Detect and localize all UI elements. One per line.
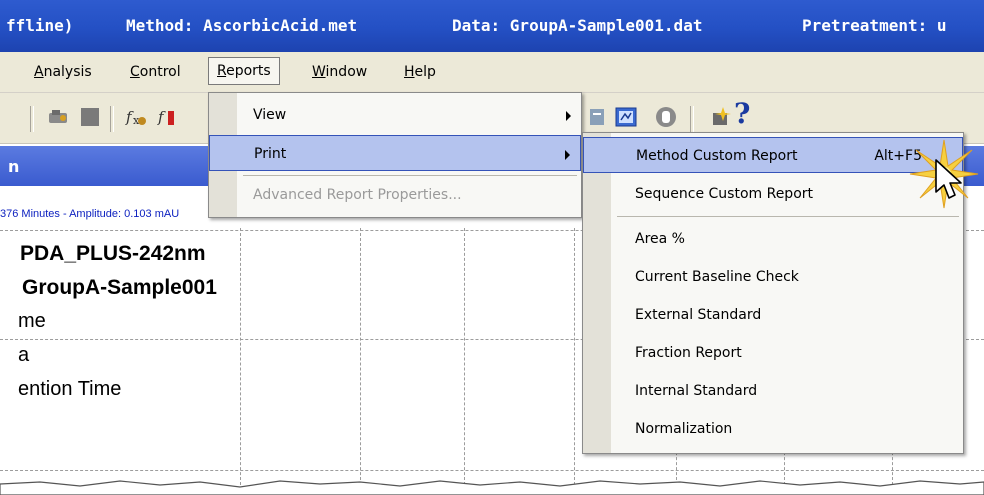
menu-item-area-percent[interactable]: Area % — [583, 221, 963, 257]
svg-text:f: f — [157, 108, 166, 126]
hand-icon[interactable] — [654, 105, 678, 129]
stop-icon[interactable] — [78, 105, 102, 129]
menu-bar: Analysis Control Reports Window Help — [0, 52, 984, 93]
reports-menu: View Print Advanced Report Properties... — [208, 92, 582, 218]
menu-item-advanced-report-properties[interactable]: Advanced Report Properties... — [209, 177, 581, 213]
toolbar-separator — [690, 106, 694, 132]
grid-line — [574, 228, 575, 495]
menu-item-internal-standard[interactable]: Internal Standard — [583, 373, 963, 409]
submenu-arrow-icon — [565, 150, 570, 160]
chart-detector-label: PDA_PLUS-242nm — [20, 242, 206, 265]
toolbar-separator — [30, 106, 34, 132]
title-method: Method: AscorbicAcid.met — [126, 16, 358, 35]
menu-item-view[interactable]: View — [209, 97, 581, 133]
fx-red-icon[interactable]: f — [156, 105, 180, 129]
menu-item-normalization[interactable]: Normalization — [583, 411, 963, 447]
menu-item-print[interactable]: Print — [209, 135, 581, 171]
menu-separator — [243, 175, 577, 176]
title-app-fragment: ffline) — [6, 16, 74, 35]
sparkle-icon[interactable] — [708, 105, 732, 129]
grid-line — [240, 228, 241, 495]
menu-control[interactable]: Control — [124, 61, 187, 83]
submenu-arrow-icon — [566, 111, 571, 121]
title-data: Data: GroupA-Sample001.dat — [452, 16, 703, 35]
menu-item-current-baseline-check[interactable]: Current Baseline Check — [583, 259, 963, 295]
menu-reports[interactable]: Reports — [208, 57, 280, 85]
panel-header-label: n — [8, 157, 20, 176]
grid-line — [360, 228, 361, 495]
menu-item-fraction-report[interactable]: Fraction Report — [583, 335, 963, 371]
toolbar-separator — [110, 106, 114, 132]
chart-legend-line: me — [18, 310, 46, 332]
chart-legend-line: ention Time — [18, 378, 122, 400]
zoom-icon[interactable] — [614, 105, 638, 129]
menu-separator — [617, 216, 959, 217]
status-readout: 376 Minutes - Amplitude: 0.103 mAU — [0, 208, 180, 220]
menu-item-external-standard[interactable]: External Standard — [583, 297, 963, 333]
menu-analysis[interactable]: Analysis — [28, 61, 98, 83]
app-window: ffline) Method: AscorbicAcid.met Data: G… — [0, 0, 984, 495]
report-icon[interactable] — [586, 105, 610, 129]
title-bar: ffline) Method: AscorbicAcid.met Data: G… — [0, 0, 984, 52]
menu-help[interactable]: Help — [398, 61, 442, 83]
wrench-icon[interactable] — [46, 105, 70, 129]
grid-line — [464, 228, 465, 495]
help-icon[interactable]: ? — [734, 97, 758, 130]
torn-edge — [0, 480, 984, 495]
menu-window[interactable]: Window — [306, 61, 373, 83]
title-pretreatment: Pretreatment: u — [802, 16, 947, 35]
chart-sample-label: GroupA-Sample001 — [22, 276, 217, 299]
chart-legend-line: a — [18, 344, 30, 366]
mouse-pointer-icon — [935, 159, 962, 199]
fx-icon[interactable]: f x — [124, 105, 148, 129]
